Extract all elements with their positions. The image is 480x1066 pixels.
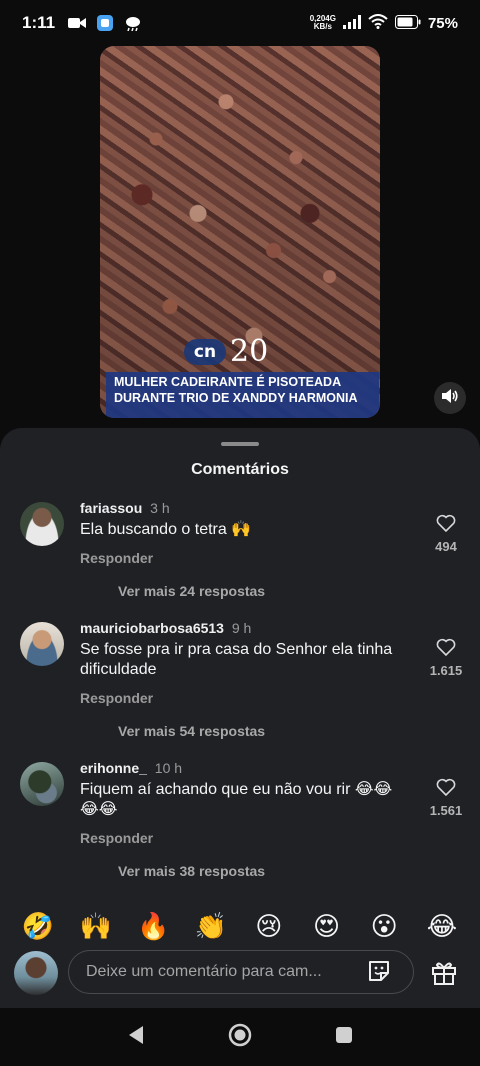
comment-header: erihonne_ 10 h bbox=[80, 760, 182, 776]
like-count: 1.615 bbox=[429, 663, 463, 678]
home-button[interactable] bbox=[226, 1023, 254, 1051]
view-more-replies[interactable]: Ver mais 54 respostas bbox=[118, 723, 265, 739]
speaker-icon bbox=[442, 388, 458, 408]
reply-button[interactable]: Responder bbox=[80, 690, 153, 706]
video-area: cn 20 MULHER CADEIRANTE É PISOTEADA DURA… bbox=[0, 46, 480, 436]
back-triangle-icon bbox=[127, 1025, 145, 1050]
comment-username[interactable]: erihonne_ bbox=[80, 760, 147, 776]
sticker-button[interactable] bbox=[364, 958, 394, 988]
channel-logo: cn 20 bbox=[184, 334, 268, 369]
comment-username[interactable]: mauriciobarbosa6513 bbox=[80, 620, 224, 636]
view-more-replies[interactable]: Ver mais 38 respostas bbox=[118, 863, 265, 879]
comment-composer bbox=[0, 946, 480, 1008]
mute-button[interactable] bbox=[434, 382, 466, 414]
logo-text: cn bbox=[184, 338, 226, 365]
news-headline: MULHER CADEIRANTE É PISOTEADA DURANTE TR… bbox=[106, 372, 379, 418]
comment-text: Se fosse pra ir pra casa do Senhor ela t… bbox=[80, 641, 393, 678]
view-more-replies[interactable]: Ver mais 24 respostas bbox=[118, 583, 265, 599]
like-button[interactable]: 494 bbox=[426, 514, 466, 554]
status-time: 1:11 bbox=[22, 13, 56, 32]
comment-header: mauriciobarbosa6513 9 h bbox=[80, 620, 251, 636]
logo-number: 20 bbox=[230, 334, 269, 369]
back-button[interactable] bbox=[122, 1023, 150, 1051]
comment-item: mauriciobarbosa6513 9 h Se fosse pra ir … bbox=[0, 620, 480, 740]
heart-icon bbox=[436, 514, 456, 536]
network-speed: 0,204G KB/s bbox=[310, 15, 336, 31]
video-camera-icon bbox=[67, 15, 87, 31]
comment-time: 9 h bbox=[231, 620, 252, 636]
home-circle-icon bbox=[227, 1022, 253, 1053]
avatar[interactable] bbox=[20, 502, 64, 546]
heart-icon bbox=[436, 638, 456, 660]
avatar[interactable] bbox=[20, 622, 64, 666]
comment-time: 10 h bbox=[154, 760, 183, 776]
battery-percentage: 75% bbox=[427, 14, 458, 32]
status-bar: 1:11 0,204G KB/s 75% bbox=[0, 0, 480, 46]
signal-icon bbox=[342, 14, 361, 32]
sheet-title: Comentários bbox=[191, 461, 289, 478]
net-speed-unit: KB/s bbox=[313, 22, 332, 31]
comment-header: fariassou 3 h bbox=[80, 500, 170, 516]
gift-icon bbox=[430, 958, 458, 991]
comment-item: fariassou 3 h Ela buscando o tetra 🙌 Res… bbox=[0, 500, 480, 620]
comment-username[interactable]: fariassou bbox=[80, 500, 142, 516]
comment-time: 3 h bbox=[150, 500, 170, 516]
drag-handle[interactable] bbox=[221, 442, 259, 446]
headline-text: MULHER CADEIRANTE É PISOTEADA DURANTE TR… bbox=[114, 375, 358, 405]
like-count: 1.561 bbox=[429, 803, 463, 818]
wifi-icon bbox=[368, 14, 388, 32]
system-navigation-bar bbox=[0, 1008, 480, 1066]
recents-square-icon bbox=[335, 1026, 353, 1049]
like-button[interactable]: 1.615 bbox=[426, 638, 466, 678]
comment-item: erihonne_ 10 h Fiquem aí achando que eu … bbox=[0, 760, 480, 880]
video-player[interactable]: cn 20 MULHER CADEIRANTE É PISOTEADA DURA… bbox=[100, 46, 380, 418]
recents-button[interactable] bbox=[330, 1023, 358, 1051]
avatar[interactable] bbox=[20, 762, 64, 806]
battery-icon bbox=[394, 14, 421, 32]
comment-text: Ela buscando o tetra 🙌 bbox=[80, 521, 252, 538]
like-button[interactable]: 1.561 bbox=[426, 778, 466, 818]
my-avatar bbox=[14, 951, 58, 995]
comment-input[interactable] bbox=[68, 950, 414, 994]
like-count: 494 bbox=[435, 539, 457, 554]
reply-button[interactable]: Responder bbox=[80, 830, 153, 846]
gift-button[interactable] bbox=[428, 958, 460, 990]
sticker-icon bbox=[366, 958, 392, 989]
comment-text: Fiquem aí achando que eu não vou rir 😂😂😂… bbox=[80, 781, 393, 818]
reply-button[interactable]: Responder bbox=[80, 550, 153, 566]
heart-icon bbox=[436, 778, 456, 800]
app-icon bbox=[95, 15, 115, 31]
weather-icon bbox=[123, 15, 143, 31]
